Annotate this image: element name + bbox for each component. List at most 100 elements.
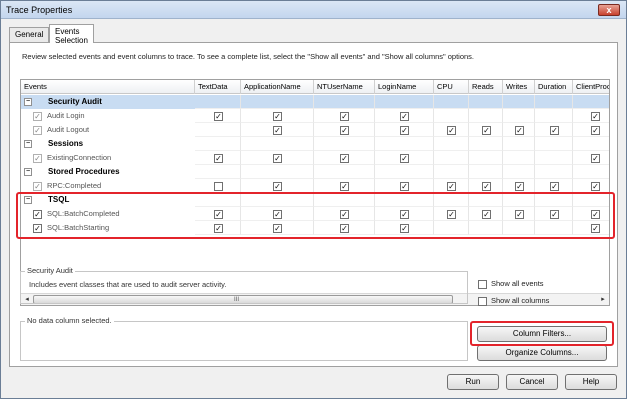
event-name: Audit Login xyxy=(47,111,85,120)
column-checkbox-writes[interactable]: ✓ xyxy=(515,210,524,219)
grid-cell xyxy=(503,151,535,165)
event-row[interactable]: ✓ SQL:BatchStarting ✓ ✓ ✓ ✓ ✓ xyxy=(21,221,609,235)
grid-cell xyxy=(241,193,314,207)
column-checkbox-loginname[interactable]: ✓ xyxy=(400,182,409,191)
column-header-applicationname[interactable]: ApplicationName xyxy=(241,80,314,94)
show-all-events-checkbox[interactable] xyxy=(478,279,487,289)
category-row[interactable]: − Sessions xyxy=(21,137,609,151)
collapse-icon[interactable]: − xyxy=(24,196,32,204)
collapse-icon[interactable]: − xyxy=(24,168,32,176)
event-checkbox[interactable]: ✓ xyxy=(33,210,42,219)
column-checkbox-duration[interactable]: ✓ xyxy=(550,210,559,219)
column-header-cpu[interactable]: CPU xyxy=(434,80,469,94)
column-checkbox-clientprocess[interactable]: ✓ xyxy=(591,182,600,191)
event-checkbox[interactable]: ✓ xyxy=(33,126,42,135)
event-row[interactable]: ✓ SQL:BatchCompleted ✓ ✓ ✓ ✓ ✓ ✓ ✓ ✓ ✓ xyxy=(21,207,609,221)
column-filters-button[interactable]: Column Filters... xyxy=(477,326,607,342)
column-checkbox-ntusername[interactable]: ✓ xyxy=(340,126,349,135)
column-checkbox-applicationname[interactable]: ✓ xyxy=(273,112,282,121)
scroll-right-icon[interactable]: ▸ xyxy=(598,295,608,305)
column-checkbox-applicationname[interactable]: ✓ xyxy=(273,210,282,219)
grid-cell xyxy=(535,221,573,235)
cancel-button[interactable]: Cancel xyxy=(506,374,558,390)
event-checkbox[interactable]: ✓ xyxy=(33,112,42,121)
category-name: Sessions xyxy=(48,139,84,148)
column-header-events[interactable]: Events xyxy=(21,80,195,94)
show-all-columns-checkbox[interactable] xyxy=(478,296,487,306)
column-checkbox-clientprocess[interactable]: ✓ xyxy=(591,210,600,219)
event-info-text: Includes event classes that are used to … xyxy=(29,280,227,289)
column-header-writes[interactable]: Writes xyxy=(503,80,535,94)
column-checkbox-reads[interactable]: ✓ xyxy=(482,210,491,219)
event-row[interactable]: ✓ RPC:Completed ✓ ✓ ✓ ✓ ✓ ✓ ✓ ✓ xyxy=(21,179,609,193)
column-checkbox-textdata[interactable] xyxy=(214,182,223,191)
collapse-icon[interactable]: − xyxy=(24,140,32,148)
event-row[interactable]: ✓ ExistingConnection ✓ ✓ ✓ ✓ ✓ xyxy=(21,151,609,165)
column-checkbox-clientprocess[interactable]: ✓ xyxy=(591,126,600,135)
grid-cell: ✓ xyxy=(573,221,609,235)
tab-general[interactable]: General xyxy=(9,27,50,42)
category-row[interactable]: − Stored Procedures xyxy=(21,165,609,179)
run-button[interactable]: Run xyxy=(447,374,499,390)
event-row[interactable]: ✓ Audit Logout ✓ ✓ ✓ ✓ ✓ ✓ ✓ ✓ xyxy=(21,123,609,137)
close-button[interactable]: x xyxy=(598,4,620,16)
column-checkbox-applicationname[interactable]: ✓ xyxy=(273,224,282,233)
show-all-columns-option[interactable]: Show all columns xyxy=(478,296,549,306)
show-all-columns-label: Show all columns xyxy=(491,296,550,305)
column-checkbox-ntusername[interactable]: ✓ xyxy=(340,154,349,163)
event-checkbox[interactable]: ✓ xyxy=(33,224,42,233)
event-checkbox[interactable]: ✓ xyxy=(33,182,42,191)
column-checkbox-writes[interactable]: ✓ xyxy=(515,126,524,135)
column-header-loginname[interactable]: LoginName xyxy=(375,80,434,94)
grid-cell xyxy=(375,137,434,151)
organize-columns-button[interactable]: Organize Columns... xyxy=(477,345,607,361)
column-checkbox-reads[interactable]: ✓ xyxy=(482,182,491,191)
grid-cell xyxy=(469,109,503,123)
column-checkbox-clientprocess[interactable]: ✓ xyxy=(591,112,600,121)
collapse-icon[interactable]: − xyxy=(24,98,32,106)
column-checkbox-clientprocess[interactable]: ✓ xyxy=(591,154,600,163)
column-checkbox-duration[interactable]: ✓ xyxy=(550,182,559,191)
column-checkbox-cpu[interactable]: ✓ xyxy=(447,126,456,135)
column-checkbox-applicationname[interactable]: ✓ xyxy=(273,154,282,163)
column-header-textdata[interactable]: TextData xyxy=(195,80,241,94)
column-checkbox-textdata[interactable]: ✓ xyxy=(214,210,223,219)
column-checkbox-loginname[interactable]: ✓ xyxy=(400,126,409,135)
column-checkbox-loginname[interactable]: ✓ xyxy=(400,210,409,219)
category-name: TSQL xyxy=(48,195,70,204)
show-all-events-option[interactable]: Show all events xyxy=(478,279,544,289)
column-header-clientprocess[interactable]: ClientProcess xyxy=(573,80,609,94)
column-checkbox-textdata[interactable]: ✓ xyxy=(214,112,223,121)
column-checkbox-ntusername[interactable]: ✓ xyxy=(340,210,349,219)
event-row[interactable]: ✓ Audit Login ✓ ✓ ✓ ✓ ✓ xyxy=(21,109,609,123)
grid-cell xyxy=(535,137,573,151)
category-row[interactable]: − Security Audit xyxy=(21,95,609,109)
column-checkbox-applicationname[interactable]: ✓ xyxy=(273,126,282,135)
event-checkbox[interactable]: ✓ xyxy=(33,154,42,163)
column-checkbox-reads[interactable]: ✓ xyxy=(482,126,491,135)
column-checkbox-writes[interactable]: ✓ xyxy=(515,182,524,191)
category-row[interactable]: − TSQL xyxy=(21,193,609,207)
column-checkbox-loginname[interactable]: ✓ xyxy=(400,154,409,163)
column-checkbox-loginname[interactable]: ✓ xyxy=(400,112,409,121)
column-checkbox-cpu[interactable]: ✓ xyxy=(447,182,456,191)
column-header-duration[interactable]: Duration xyxy=(535,80,573,94)
column-checkbox-duration[interactable]: ✓ xyxy=(550,126,559,135)
column-header-reads[interactable]: Reads xyxy=(469,80,503,94)
tab-events-selection[interactable]: Events Selection xyxy=(49,24,94,45)
column-checkbox-ntusername[interactable]: ✓ xyxy=(340,224,349,233)
column-checkbox-ntusername[interactable]: ✓ xyxy=(340,182,349,191)
grid-cell xyxy=(314,137,375,151)
column-checkbox-applicationname[interactable]: ✓ xyxy=(273,182,282,191)
column-checkbox-ntusername[interactable]: ✓ xyxy=(340,112,349,121)
help-button[interactable]: Help xyxy=(565,374,617,390)
column-header-ntusername[interactable]: NTUserName xyxy=(314,80,375,94)
column-checkbox-loginname[interactable]: ✓ xyxy=(400,224,409,233)
grid-cell: ✓ xyxy=(573,207,609,221)
column-checkbox-clientprocess[interactable]: ✓ xyxy=(591,224,600,233)
column-checkbox-textdata[interactable]: ✓ xyxy=(214,154,223,163)
grid-cell: ✓ xyxy=(195,151,241,165)
grid-cell: ✓ xyxy=(503,123,535,137)
column-checkbox-textdata[interactable]: ✓ xyxy=(214,224,223,233)
column-checkbox-cpu[interactable]: ✓ xyxy=(447,210,456,219)
